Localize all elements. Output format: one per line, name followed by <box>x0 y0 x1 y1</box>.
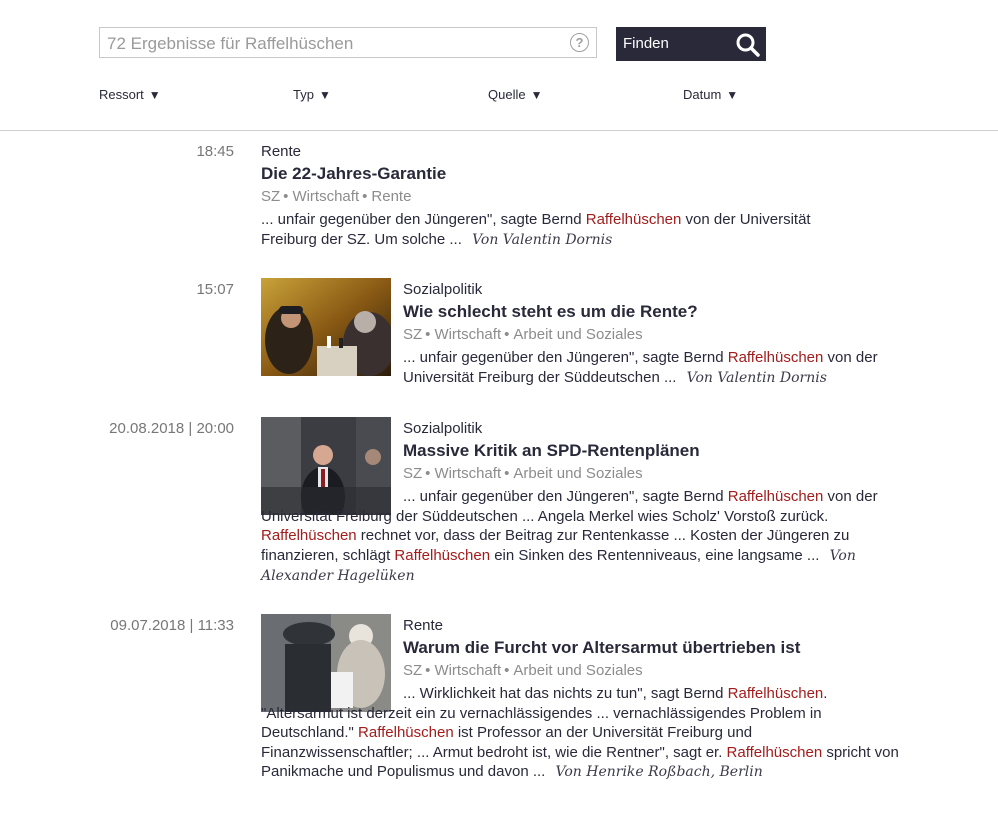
result-title[interactable]: Warum die Furcht vor Altersarmut übertri… <box>403 638 800 658</box>
triangle-down-icon: ▼ <box>530 88 543 102</box>
search-icon <box>736 33 760 57</box>
meta-section[interactable]: Wirtschaft <box>434 662 501 679</box>
result-snippet: ... unfair gegenüber den Jüngeren", sagt… <box>403 348 923 388</box>
result-author: Von Valentin Dornis <box>686 369 827 386</box>
search-input[interactable]: 72 Ergebnisse für Raffelhüschen ? <box>99 27 597 58</box>
result-title[interactable]: Massive Kritik an SPD-Rentenplänen <box>403 441 700 461</box>
result-meta: SZ • Wirtschaft • Arbeit und Soziales <box>403 326 643 343</box>
result-title[interactable]: Die 22-Jahres-Garantie <box>261 164 446 184</box>
snippet-text: ... Wirklichkeit hat das nichts zu tun",… <box>403 685 728 702</box>
result-ressort[interactable]: Rente <box>403 617 443 634</box>
triangle-down-icon: ▼ <box>726 88 739 102</box>
filter-label: Quelle <box>488 87 526 102</box>
meta-section[interactable]: Wirtschaft <box>434 326 501 343</box>
result-time: 20.08.2018 | 20:00 <box>109 420 234 437</box>
meta-topic[interactable]: Arbeit und Soziales <box>513 662 642 679</box>
filter-ressort[interactable]: Ressort ▼ <box>99 87 161 102</box>
result-author: Von Valentin Dornis <box>472 231 613 248</box>
filter-label: Datum <box>683 87 722 102</box>
result-title[interactable]: Wie schlecht steht es um die Rente? <box>403 302 698 322</box>
result-time: 15:07 <box>196 281 234 298</box>
meta-source[interactable]: SZ <box>261 188 280 205</box>
triangle-down-icon: ▼ <box>148 88 161 102</box>
meta-section[interactable]: Wirtschaft <box>434 465 501 482</box>
snippet-text: ... unfair gegenüber den Jüngeren", sagt… <box>403 488 728 505</box>
keyword-highlight: Raffelhüschen <box>585 211 682 228</box>
result-snippet: ... unfair gegenüber den Jüngeren", sagt… <box>261 487 901 587</box>
result-author: Von Henrike Roßbach, Berlin <box>555 764 763 780</box>
find-button[interactable]: Finden <box>616 27 766 61</box>
result-ressort[interactable]: Sozialpolitik <box>403 420 482 437</box>
divider <box>0 130 998 131</box>
snippet-text: ... unfair gegenüber den Jüngeren", sagt… <box>261 211 586 228</box>
meta-topic[interactable]: Arbeit und Soziales <box>513 326 642 343</box>
snippet-text: ein Sinken des Rentenniveaus, eine langs… <box>490 546 824 564</box>
filter-label: Typ <box>293 87 314 102</box>
result-ressort[interactable]: Sozialpolitik <box>403 281 482 298</box>
result-time: 09.07.2018 | 11:33 <box>110 617 234 634</box>
result-meta: SZ • Wirtschaft • Arbeit und Soziales <box>403 662 643 679</box>
result-snippet: ... Wirklichkeit hat das nichts zu tun",… <box>261 684 901 783</box>
keyword-highlight: Raffelhüschen <box>727 685 824 702</box>
result-meta: SZ • Wirtschaft • Rente <box>261 188 412 205</box>
filter-quelle[interactable]: Quelle ▼ <box>488 87 542 102</box>
keyword-highlight: Raffelhüschen <box>394 546 491 564</box>
filter-typ[interactable]: Typ ▼ <box>293 87 331 102</box>
keyword-highlight: Raffelhüschen <box>358 724 454 741</box>
keyword-highlight: Raffelhüschen <box>727 488 824 505</box>
help-icon[interactable]: ? <box>570 33 589 52</box>
snippet-text: ... unfair gegenüber den Jüngeren", sagt… <box>403 349 728 366</box>
result-ressort[interactable]: Rente <box>261 143 301 160</box>
meta-topic[interactable]: Arbeit und Soziales <box>513 465 642 482</box>
keyword-highlight: Raffelhüschen <box>727 349 824 366</box>
search-placeholder: 72 Ergebnisse für Raffelhüschen <box>107 34 354 53</box>
meta-topic[interactable]: Rente <box>371 188 411 205</box>
result-meta: SZ • Wirtschaft • Arbeit und Soziales <box>403 465 643 482</box>
keyword-highlight: Raffelhüschen <box>261 527 357 544</box>
filter-datum[interactable]: Datum ▼ <box>683 87 738 102</box>
result-snippet: ... unfair gegenüber den Jüngeren", sagt… <box>261 210 861 250</box>
keyword-highlight: Raffelhüschen <box>726 743 823 761</box>
meta-source[interactable]: SZ <box>403 465 422 482</box>
filter-label: Ressort <box>99 87 144 102</box>
meta-source[interactable]: SZ <box>403 662 422 679</box>
thumbnail-image[interactable] <box>261 278 391 376</box>
meta-source[interactable]: SZ <box>403 326 422 343</box>
find-button-label: Finden <box>623 35 669 52</box>
meta-section[interactable]: Wirtschaft <box>292 188 359 205</box>
result-time: 18:45 <box>196 143 234 160</box>
triangle-down-icon: ▼ <box>318 88 331 102</box>
